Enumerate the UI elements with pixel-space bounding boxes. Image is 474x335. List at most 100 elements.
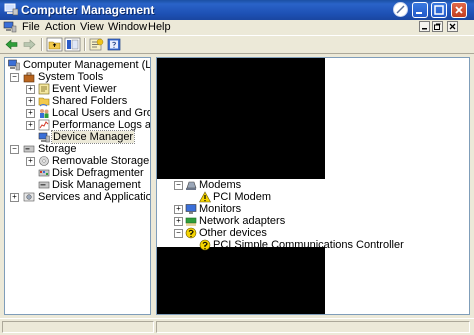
- expand-toggle[interactable]: +: [26, 97, 35, 106]
- expand-toggle[interactable]: +: [174, 205, 183, 214]
- status-cell: [2, 321, 154, 333]
- console-tree-icon[interactable]: [64, 37, 81, 52]
- monitor-icon: [185, 204, 197, 214]
- tree-label: Device Manager: [50, 130, 136, 144]
- device-category-modems[interactable]: − Modems: [172, 179, 462, 191]
- forward-arrow-icon[interactable]: [21, 37, 38, 52]
- tree-label: Modems: [199, 179, 242, 191]
- status-cell: [156, 321, 470, 333]
- close-button[interactable]: [451, 2, 467, 18]
- expand-toggle[interactable]: +: [26, 109, 35, 118]
- device-manager-icon: [38, 132, 50, 143]
- menu-view[interactable]: View: [80, 21, 104, 33]
- unknown-device-icon: [199, 239, 211, 251]
- tree-item-disk-management[interactable]: Disk Management: [8, 179, 150, 191]
- toolbar: [0, 35, 474, 54]
- event-viewer-icon: [38, 83, 50, 95]
- tree-label: Network adapters: [199, 215, 286, 227]
- tree-label: Other devices: [199, 227, 267, 239]
- tree-label: Removable Storage: [52, 155, 150, 167]
- tree-label: Local Users and Groups: [52, 107, 150, 119]
- main-window: Computer Management File Action View Win…: [0, 0, 474, 335]
- collapse-toggle[interactable]: −: [10, 73, 19, 82]
- tree-item-device-manager[interactable]: Device Manager: [8, 130, 150, 144]
- menu-bar: File Action View Window Help: [0, 20, 474, 35]
- defragmenter-icon: [38, 169, 50, 177]
- collapse-toggle[interactable]: −: [174, 229, 183, 238]
- tree-label: Monitors: [199, 203, 242, 215]
- menu-help[interactable]: Help: [148, 21, 171, 33]
- removable-storage-icon: [39, 156, 49, 166]
- users-icon: [40, 109, 49, 118]
- tree-label: Storage: [38, 143, 77, 155]
- network-adapter-icon: [185, 217, 197, 226]
- expand-toggle[interactable]: +: [174, 217, 183, 226]
- help-book-icon[interactable]: [106, 37, 123, 52]
- device-category-other-devices[interactable]: − Other devices: [172, 227, 462, 239]
- expand-toggle[interactable]: +: [10, 193, 19, 202]
- toolbox-icon: [23, 72, 35, 83]
- window-menu-icon[interactable]: [3, 21, 17, 33]
- collapse-toggle[interactable]: −: [174, 181, 183, 190]
- tree-label: Services and Applications: [38, 191, 151, 203]
- maximize-button[interactable]: [431, 2, 447, 18]
- tree-label: Performance Logs and Alerts: [52, 119, 151, 131]
- performance-icon: [38, 119, 50, 131]
- redacted-region: [157, 247, 325, 314]
- child-minimize-button[interactable]: [419, 21, 430, 32]
- toolbar-separator: [41, 38, 43, 51]
- disk-management-icon: [38, 181, 50, 189]
- toolbar-separator: [84, 38, 86, 51]
- modem-icon: [186, 181, 197, 190]
- storage-icon: [23, 145, 35, 153]
- expand-toggle[interactable]: +: [26, 85, 35, 94]
- services-icon: [23, 192, 35, 202]
- menu-file[interactable]: File: [22, 21, 40, 33]
- child-close-button[interactable]: [447, 21, 458, 32]
- menu-action[interactable]: Action: [45, 21, 76, 33]
- tree-item-storage[interactable]: − Storage: [8, 143, 150, 155]
- collapse-toggle[interactable]: −: [10, 145, 19, 154]
- child-restore-button[interactable]: [432, 21, 443, 32]
- tree-label: PCI Modem: [213, 191, 272, 203]
- computer-management-icon: [8, 59, 20, 71]
- tree-item-root[interactable]: Computer Management (Local): [8, 59, 150, 71]
- status-bar: [0, 318, 474, 335]
- redacted-region: [157, 58, 325, 179]
- tree-item-performance-logs[interactable]: + Performance Logs and Alerts: [8, 119, 150, 131]
- tree-item-system-tools[interactable]: − System Tools: [8, 71, 150, 83]
- tree-item-disk-defragmenter[interactable]: Disk Defragmenter: [8, 167, 150, 179]
- tree-item-removable-storage[interactable]: + Removable Storage: [8, 155, 150, 167]
- minimize-button[interactable]: [412, 2, 428, 18]
- tree-label: PCI Simple Communications Controller: [213, 239, 404, 251]
- menu-window[interactable]: Window: [108, 21, 147, 33]
- expand-toggle[interactable]: +: [26, 121, 35, 130]
- computer-management-icon: [4, 3, 18, 16]
- device-category-network-adapters[interactable]: + Network adapters: [172, 215, 462, 227]
- console-tree-pane[interactable]: Computer Management (Local) − System Too…: [4, 57, 151, 315]
- device-item-pci-simple-communications[interactable]: PCI Simple Communications Controller: [172, 239, 462, 251]
- unknown-device-icon: [185, 227, 197, 239]
- tree-item-local-users[interactable]: + Local Users and Groups: [8, 107, 150, 119]
- tree-label: Disk Defragmenter: [52, 167, 144, 179]
- tree-label: Disk Management: [52, 179, 141, 191]
- help-context-icon[interactable]: [393, 2, 408, 17]
- tree-label: System Tools: [38, 71, 104, 83]
- expand-toggle[interactable]: +: [26, 157, 35, 166]
- tree-label: Event Viewer: [52, 83, 117, 95]
- window-title: Computer Management: [21, 3, 155, 17]
- shared-folder-icon: [38, 97, 50, 107]
- tree-item-services-applications[interactable]: + Services and Applications: [8, 191, 150, 203]
- device-item-pci-modem[interactable]: PCI Modem: [172, 191, 462, 203]
- up-folder-icon[interactable]: [46, 37, 63, 52]
- device-list-pane[interactable]: − Modems PCI Modem + Monitors + Network …: [156, 57, 470, 315]
- properties-icon[interactable]: [88, 37, 105, 52]
- tree-item-shared-folders[interactable]: + Shared Folders: [8, 95, 150, 107]
- tree-label: Computer Management (Local): [23, 59, 151, 71]
- tree-label: Shared Folders: [52, 95, 128, 107]
- warning-device-icon: [199, 191, 211, 203]
- device-category-monitors[interactable]: + Monitors: [172, 203, 462, 215]
- tree-item-event-viewer[interactable]: + Event Viewer: [8, 83, 150, 95]
- back-arrow-icon[interactable]: [3, 37, 20, 52]
- title-bar[interactable]: Computer Management: [0, 0, 474, 20]
